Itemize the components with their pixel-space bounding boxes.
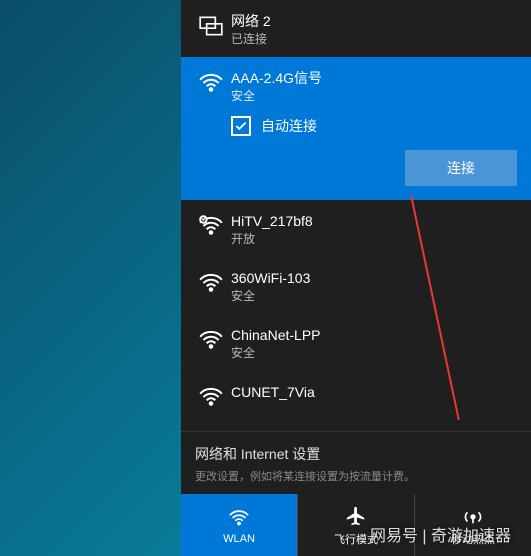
wifi-network-item[interactable]: ChinaNet-LPP 安全 xyxy=(181,314,531,371)
auto-connect-label: 自动连接 xyxy=(261,116,317,136)
wifi-icon xyxy=(195,381,227,413)
quick-action-tabs: WLAN 飞行模式 移动热点 xyxy=(181,494,531,556)
wifi-icon xyxy=(195,67,227,99)
network-name: HiTV_217bf8 xyxy=(231,212,517,230)
network-status: 安全 xyxy=(231,345,517,361)
wifi-icon xyxy=(228,505,250,531)
wifi-icon xyxy=(195,324,227,356)
wifi-icon xyxy=(195,267,227,299)
network-name: 360WiFi-103 xyxy=(231,269,517,287)
settings-description: 更改设置，例如将某连接设置为按流量计费。 xyxy=(195,468,517,484)
wifi-network-item[interactable]: CUNET_7Via xyxy=(181,371,531,417)
network-name: AAA-2.4G信号 xyxy=(231,69,517,87)
network-status: 已连接 xyxy=(231,31,517,47)
selected-wifi-item[interactable]: AAA-2.4G信号 安全 自动连接 连接 xyxy=(181,57,531,200)
network-name: 网络 2 xyxy=(231,12,517,30)
network-info: AAA-2.4G信号 安全 xyxy=(231,67,517,104)
network-name: ChinaNet-LPP xyxy=(231,326,517,344)
connect-button[interactable]: 连接 xyxy=(405,150,517,186)
wifi-network-item[interactable]: 360WiFi-103 安全 xyxy=(181,257,531,314)
network-info: 360WiFi-103 安全 xyxy=(231,267,517,304)
network-name: CUNET_7Via xyxy=(231,383,517,401)
network-info: 网络 2 已连接 xyxy=(231,10,517,47)
airplane-icon xyxy=(345,503,367,529)
ethernet-network-item[interactable]: 网络 2 已连接 xyxy=(181,0,531,57)
network-status: 安全 xyxy=(231,288,517,304)
hotspot-icon xyxy=(462,503,484,529)
network-info: HiTV_217bf8 开放 xyxy=(231,210,517,247)
ethernet-icon xyxy=(195,10,227,42)
tab-label: WLAN xyxy=(223,533,255,545)
auto-connect-row[interactable]: 自动连接 xyxy=(195,104,517,150)
wifi-secured-icon xyxy=(195,210,227,242)
network-info: ChinaNet-LPP 安全 xyxy=(231,324,517,361)
network-settings-link[interactable]: 网络和 Internet 设置 更改设置，例如将某连接设置为按流量计费。 xyxy=(181,431,531,494)
available-networks-list: HiTV_217bf8 开放 360WiFi-103 安全 ChinaNet-L… xyxy=(181,200,531,431)
auto-connect-checkbox[interactable] xyxy=(231,116,251,136)
airplane-mode-tab[interactable]: 飞行模式 xyxy=(297,494,414,556)
wifi-network-item[interactable]: HiTV_217bf8 开放 xyxy=(181,200,531,257)
wlan-tab[interactable]: WLAN xyxy=(181,494,297,556)
network-status: 开放 xyxy=(231,231,517,247)
hotspot-tab[interactable]: 移动热点 xyxy=(414,494,531,556)
network-info: CUNET_7Via xyxy=(231,381,517,413)
wifi-flyout-panel: 网络 2 已连接 AAA-2.4G信号 安全 自动连接 连接 xyxy=(181,0,531,556)
tab-label: 移动热点 xyxy=(451,531,495,547)
tab-label: 飞行模式 xyxy=(334,531,378,547)
network-status: 安全 xyxy=(231,88,517,104)
settings-title: 网络和 Internet 设置 xyxy=(195,444,517,464)
